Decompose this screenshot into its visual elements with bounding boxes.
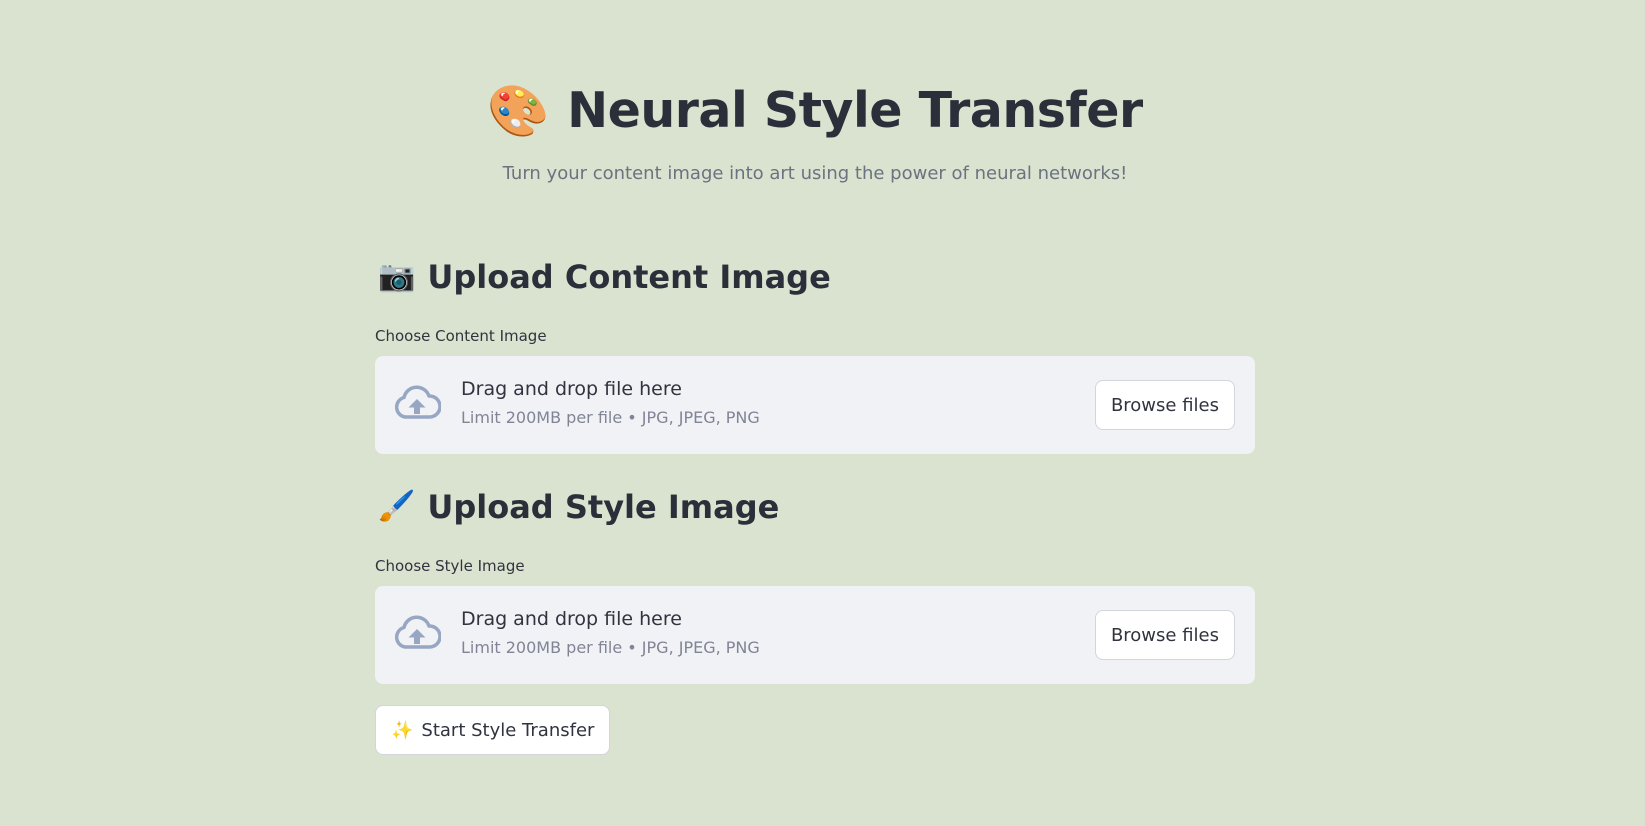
style-dropzone-limit: Limit 200MB per file • JPG, JPEG, PNG <box>461 638 760 657</box>
sparkles-icon: ✨ <box>391 719 414 741</box>
style-section-heading: 🖌️ Upload Style Image <box>378 488 779 526</box>
style-dropzone-instruction: Drag and drop file here <box>461 608 682 630</box>
page-header: 🎨 Neural Style Transfer Turn your conten… <box>375 82 1255 184</box>
page-subtitle: Turn your content image into art using t… <box>502 163 1128 184</box>
page-title-text: Neural Style Transfer <box>567 82 1143 139</box>
content-image-label: Choose Content Image <box>375 327 547 345</box>
style-dropzone-text: Drag and drop file here Limit 200MB per … <box>461 608 760 657</box>
paintbrush-icon: 🖌️ <box>378 489 416 524</box>
style-browse-files-button[interactable]: Browse files <box>1094 610 1235 660</box>
style-section-heading-text: Upload Style Image <box>427 488 780 526</box>
content-section-heading-text: Upload Content Image <box>427 258 831 296</box>
start-style-transfer-button[interactable]: ✨ Start Style Transfer <box>375 705 611 755</box>
content-section-heading: 📷 Upload Content Image <box>378 258 831 296</box>
start-style-transfer-label: Start Style Transfer <box>421 719 595 741</box>
page-title: 🎨 Neural Style Transfer <box>487 81 1143 140</box>
style-image-label: Choose Style Image <box>375 557 525 575</box>
cloud-upload-icon <box>394 615 441 649</box>
content-dropzone-text: Drag and drop file here Limit 200MB per … <box>461 378 760 427</box>
content-dropzone-limit: Limit 200MB per file • JPG, JPEG, PNG <box>461 408 760 427</box>
content-dropzone-instruction: Drag and drop file here <box>461 378 682 400</box>
content-browse-files-button[interactable]: Browse files <box>1094 380 1235 430</box>
camera-icon: 📷 <box>378 259 416 294</box>
style-image-dropzone[interactable]: Drag and drop file here Limit 200MB per … <box>375 586 1255 684</box>
cloud-upload-icon <box>394 385 441 419</box>
palette-icon: 🎨 <box>487 81 550 140</box>
content-image-dropzone[interactable]: Drag and drop file here Limit 200MB per … <box>375 356 1255 454</box>
